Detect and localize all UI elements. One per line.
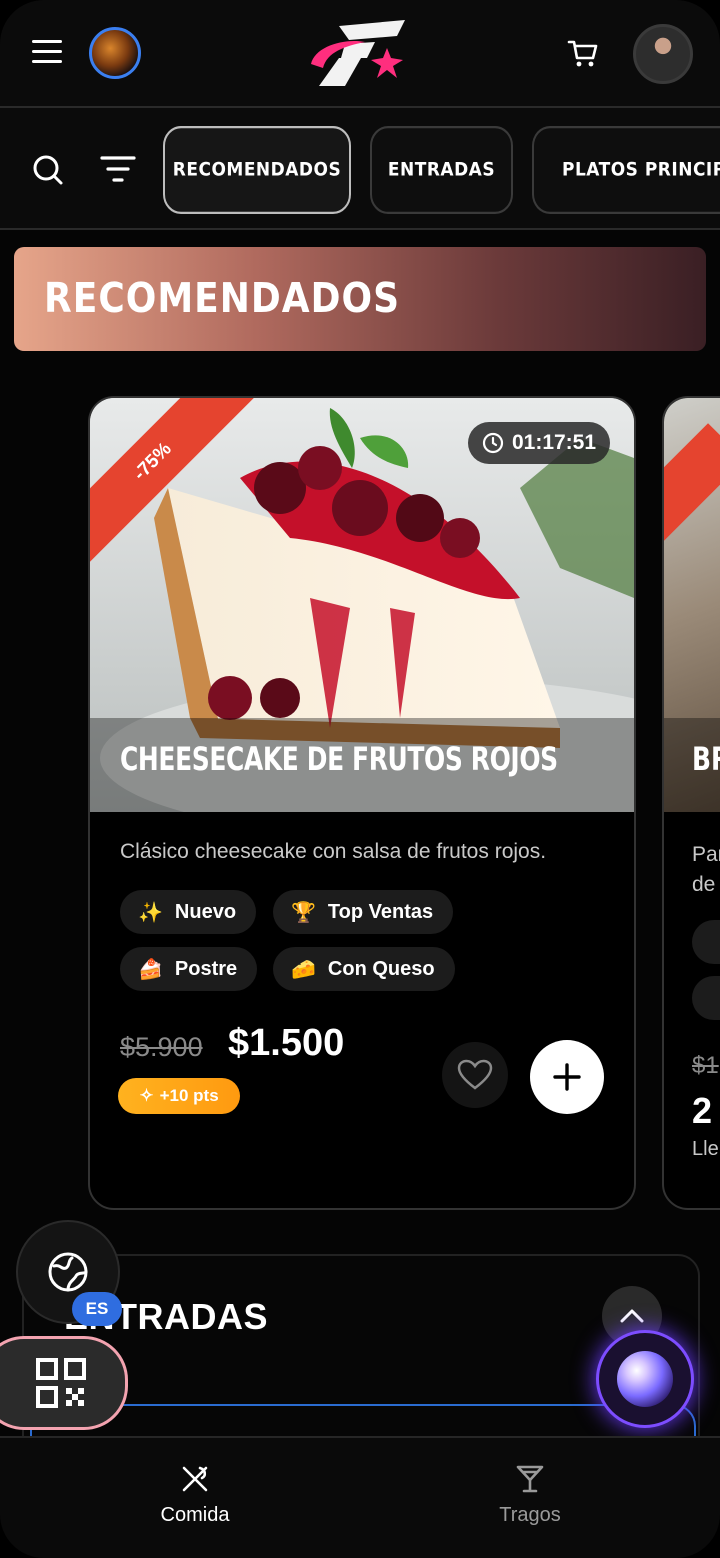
product-image-next: BR [664,398,720,812]
points-badge: ✧ +10 pts [118,1078,240,1114]
cart-icon[interactable] [566,36,600,70]
nav-label: Tragos [499,1504,561,1526]
description-line: de [692,873,716,896]
product-subtitle-next: Lle [692,1138,719,1160]
section-title: RECOMENDADOS [44,275,401,323]
brand-logo[interactable] [305,18,415,90]
product-image: -75% 01:17:51 CHEESECAKE DE FRUTOS ROJOS [90,398,634,812]
hamburger-icon[interactable] [32,40,62,64]
tag-con-queso: 🧀 Con Queso [273,947,455,991]
current-price-next: 2 [692,1090,713,1131]
ai-orb-icon [617,1351,673,1407]
description-line: Par [692,843,720,866]
plus-icon [553,1063,581,1091]
tag-next [692,976,720,1020]
product-title: CHEESECAKE DE FRUTOS ROJOS [120,740,558,778]
product-card-next[interactable]: BR Par de $1 2 Lle [662,396,720,1210]
section-banner: RECOMENDADOS [14,247,706,351]
tag-postre: 🍰 Postre [120,947,258,991]
planet-avatar[interactable] [89,27,141,79]
category-filter-bar: RECOMENDADOS ENTRADAS PLATOS PRINCIPA [0,108,720,230]
language-badge[interactable]: ES [72,1292,122,1326]
tag-label: Nuevo [174,900,237,923]
cake-icon: 🍰 [138,958,163,981]
tag-top-ventas: 🏆 Top Ventas [273,890,454,934]
tag-next [692,920,720,964]
filter-icon[interactable] [100,154,136,184]
clock-icon [482,432,504,454]
tag-label: Postre [174,957,238,980]
chevron-up-icon [620,1309,644,1323]
product-description-next: Par de [692,840,720,900]
favorite-button[interactable] [442,1042,508,1108]
globe-icon [48,1252,88,1292]
sparkle-icon: ✧ [139,1086,154,1105]
current-price: $1.500 [228,1022,345,1064]
add-to-cart-button[interactable] [530,1040,604,1114]
tab-platos-principales[interactable]: PLATOS PRINCIPA [532,126,720,214]
user-avatar[interactable] [633,24,693,84]
app-screen: RECOMENDADOS ENTRADAS PLATOS PRINCIPA RE… [0,0,720,1558]
original-price-next: $1 [692,1052,719,1079]
product-card[interactable]: -75% 01:17:51 CHEESECAKE DE FRUTOS ROJOS… [88,396,636,1210]
discount-ribbon-next [664,423,720,545]
bottom-navigation: Comida Tragos [0,1436,720,1558]
tab-entradas[interactable]: ENTRADAS [370,126,513,214]
cocktail-icon [516,1465,544,1493]
tag-nuevo: ✨ Nuevo [120,890,257,934]
qr-scan-button[interactable] [0,1336,128,1430]
tag-label: Top Ventas [327,900,434,923]
search-icon[interactable] [30,152,66,188]
trophy-icon: 🏆 [291,901,316,924]
entradas-section: ENTRADAS [22,1254,700,1468]
cheese-icon: 🧀 [291,958,316,981]
ai-assistant-button[interactable] [596,1330,694,1428]
nav-tragos[interactable]: Tragos [430,1464,630,1527]
tab-recomendados[interactable]: RECOMENDADOS [163,126,351,214]
countdown-timer: 01:17:51 [468,422,610,464]
top-header [0,0,720,108]
timer-value: 01:17:51 [511,431,597,454]
product-description: Clásico cheesecake con salsa de frutos r… [120,840,547,863]
original-price: $5.900 [120,1032,203,1062]
qr-code-icon [36,1358,86,1408]
nav-label: Comida [160,1504,230,1526]
nav-comida[interactable]: Comida [95,1464,295,1527]
tag-label: Con Queso [327,957,435,980]
heart-icon [457,1059,493,1090]
sparkles-icon: ✨ [138,901,163,924]
utensils-icon [182,1466,208,1492]
points-value: +10 pts [159,1086,219,1105]
product-title-next: BR [692,740,720,778]
